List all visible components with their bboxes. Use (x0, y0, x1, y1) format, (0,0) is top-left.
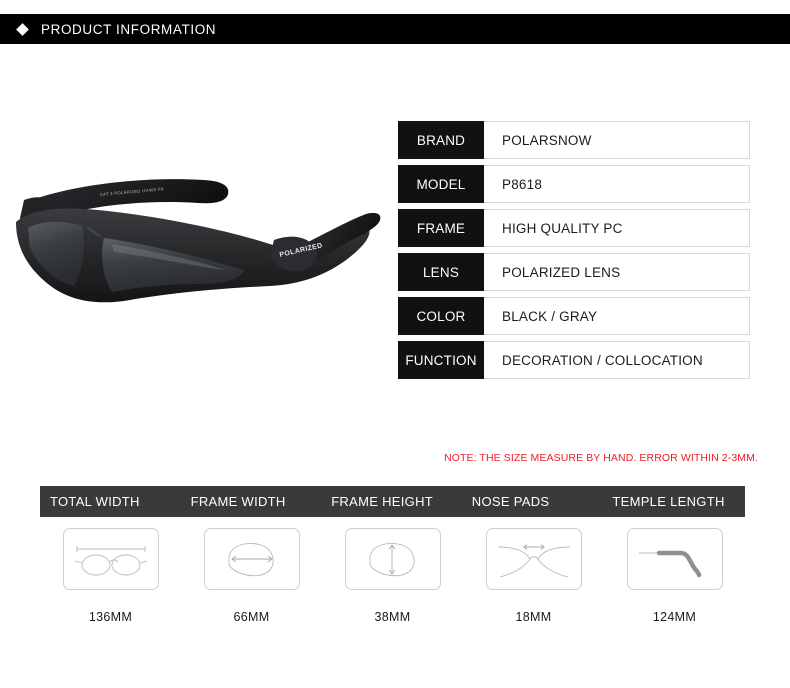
table-row: MODEL P8618 (398, 165, 750, 203)
table-row: FUNCTION DECORATION / COLLOCATION (398, 341, 750, 379)
spec-value-color: BLACK / GRAY (484, 297, 750, 335)
measurement-cell-temple-length: 124MM (604, 528, 745, 624)
table-row: BRAND POLARSNOW (398, 121, 750, 159)
spec-label-model: MODEL (398, 165, 484, 203)
measurement-cell-frame-height: 38MM (322, 528, 463, 624)
nose-bridge-icon (497, 544, 570, 578)
measurement-value-nose-pads: 18MM (515, 610, 552, 624)
lens-width-icon (228, 543, 274, 577)
size-measure-note: NOTE: THE SIZE MEASURE BY HAND. ERROR WI… (444, 452, 758, 464)
temple-arm-icon (638, 550, 701, 578)
table-row: COLOR BLACK / GRAY (398, 297, 750, 335)
measurement-cell-total-width: 136MM (40, 528, 181, 624)
measurement-cell-frame-width: 66MM (181, 528, 322, 624)
product-photo: POLARIZED CAT 3 POLARIZED UV400 FR (8, 150, 383, 365)
measurement-header-nose-pads: NOSE PADS (471, 494, 550, 509)
measurement-value-temple-length: 124MM (652, 610, 697, 624)
measurement-card-frame-height (344, 528, 441, 590)
specification-table: BRAND POLARSNOW MODEL P8618 FRAME HIGH Q… (398, 121, 750, 385)
spec-label-lens: LENS (398, 253, 484, 291)
measurement-cell-nose-pads: 18MM (463, 528, 604, 624)
spec-label-color: COLOR (398, 297, 484, 335)
measurement-value-total-width: 136MM (88, 610, 133, 624)
spec-value-function: DECORATION / COLLOCATION (484, 341, 750, 379)
measurement-header-frame-height: FRAME HEIGHT (331, 494, 434, 509)
spec-label-function: FUNCTION (398, 341, 484, 379)
spec-label-brand: BRAND (398, 121, 484, 159)
spec-value-frame: HIGH QUALITY PC (484, 209, 750, 247)
measurement-value-frame-width: 66MM (233, 610, 270, 624)
measurement-card-frame-width (203, 528, 300, 590)
spec-value-brand: POLARSNOW (484, 121, 750, 159)
measurement-header-temple-length: TEMPLE LENGTH (612, 494, 725, 509)
measurement-card-total-width (62, 528, 159, 590)
measurement-header-frame-width: FRAME WIDTH (190, 494, 286, 509)
page-title: PRODUCT INFORMATION (41, 21, 217, 37)
table-row: FRAME HIGH QUALITY PC (398, 209, 750, 247)
measurement-header-bar: TOTAL WIDTH FRAME WIDTH FRAME HEIGHT NOS… (40, 486, 745, 517)
table-row: LENS POLARIZED LENS (398, 253, 750, 291)
measurement-card-nose-pads (485, 528, 582, 590)
measurement-diagram-row: 136MM 66MM 38MM 18MM 124MM (40, 528, 745, 624)
full-glasses-width-icon (74, 546, 147, 576)
lens-height-icon (369, 543, 415, 577)
measurement-card-temple-length (626, 528, 723, 590)
page-header-banner: PRODUCT INFORMATION (0, 14, 790, 44)
measurement-value-frame-height: 38MM (374, 610, 411, 624)
spec-value-lens: POLARIZED LENS (484, 253, 750, 291)
measurement-header-total-width: TOTAL WIDTH (50, 494, 140, 509)
diamond-icon (16, 22, 29, 36)
spec-label-frame: FRAME (398, 209, 484, 247)
spec-value-model: P8618 (484, 165, 750, 203)
